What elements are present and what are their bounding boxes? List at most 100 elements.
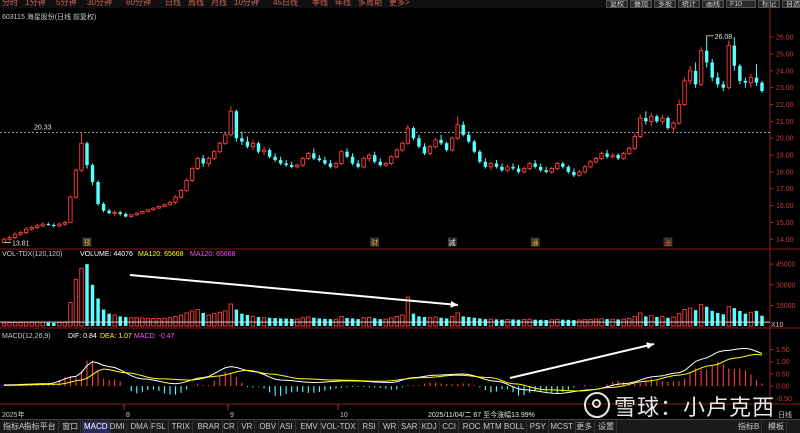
candle-body <box>754 77 759 83</box>
indicator-tab[interactable]: BOLL <box>502 421 528 433</box>
period-tab[interactable]: 45日线 <box>273 0 298 8</box>
period-tab[interactable]: 30分钟 <box>87 0 112 8</box>
event-marker[interactable]: 涨 <box>664 238 671 247</box>
indicator-tab[interactable]: 窗口 <box>60 421 82 433</box>
indicator-tab[interactable]: RSI <box>360 421 379 433</box>
indicator-tab[interactable]: VOL-TDX <box>319 421 359 433</box>
volume-bar <box>73 278 79 327</box>
indicator-tab[interactable]: BRAR <box>195 421 223 433</box>
indicator-tab[interactable]: FSL <box>149 421 169 433</box>
volume-bar <box>29 321 34 327</box>
indicator-tab[interactable]: PSY <box>528 421 549 433</box>
candle-body <box>350 156 355 164</box>
toolbar-button[interactable]: 自选 <box>782 0 800 8</box>
volume-bar <box>693 310 698 326</box>
indicator-tab[interactable]: 设置 <box>596 421 617 433</box>
indicator-tab[interactable]: KDJ <box>420 421 440 433</box>
x-year-label: 2025年 <box>2 410 25 419</box>
indicator-tab[interactable]: DMA <box>128 421 152 433</box>
indicator-tab[interactable]: SAR <box>399 421 421 433</box>
candle-body <box>79 142 84 171</box>
volume-bar <box>593 318 599 327</box>
toolbar-button[interactable]: 叠加 <box>630 0 652 8</box>
toolbar-button[interactable]: 统计 <box>678 0 700 8</box>
toolbar-button[interactable]: 多股 <box>654 0 676 8</box>
candle-body <box>732 45 737 66</box>
indicator-tab[interactable]: MCST <box>548 421 577 433</box>
period-tab[interactable]: 60分钟 <box>126 0 151 8</box>
period-tab[interactable]: 更多> <box>389 0 410 8</box>
price-tick-label: 26.00 <box>776 35 794 42</box>
candle-body <box>212 151 217 159</box>
toolbar-button[interactable]: F10 <box>726 0 756 8</box>
candle-body <box>638 117 643 137</box>
period-tab[interactable]: 年线 <box>335 0 351 8</box>
candle-body <box>472 141 477 152</box>
candle-body <box>660 117 665 122</box>
period-tab[interactable]: 1分钟 <box>25 0 45 8</box>
period-tab[interactable]: 日线 <box>165 0 181 8</box>
snowball-logo-icon <box>584 392 610 418</box>
macd-legend-title: MACD(12,26,9) <box>2 333 51 340</box>
candle-body <box>323 160 327 164</box>
volume-bar <box>223 310 228 327</box>
indicator-right-tab[interactable]: 指标B <box>736 421 763 433</box>
candle-body <box>328 163 333 167</box>
period-tab[interactable]: 多周期 <box>358 0 382 8</box>
period-tab[interactable]: 月线 <box>211 0 227 8</box>
candle-body <box>40 223 45 227</box>
event-marker[interactable]: 财 <box>371 238 378 247</box>
volume-bar <box>46 322 50 326</box>
toolbar-button[interactable]: 标记 <box>758 0 780 8</box>
candle-body <box>112 211 117 214</box>
indicator-tab[interactable]: 更多 <box>574 421 596 433</box>
volume-bar <box>455 312 460 327</box>
candle-body <box>201 158 205 164</box>
volume-bar <box>18 322 23 327</box>
right-scale-label: 日线 <box>778 410 792 419</box>
period-tab[interactable]: 10分钟 <box>234 0 259 8</box>
candle-body <box>223 134 228 144</box>
period-tab[interactable]: 周线 <box>188 0 204 8</box>
candle-body <box>23 228 29 233</box>
indicator-tab[interactable]: ROC <box>461 421 484 433</box>
indicator-tab[interactable]: WR <box>381 421 400 433</box>
volume-bar <box>621 318 626 327</box>
toolbar-button[interactable]: 画线 <box>702 0 724 8</box>
indicator-tab[interactable]: MACD <box>82 421 111 433</box>
indicator-tab[interactable]: CR <box>221 421 238 433</box>
indicator-tab[interactable]: CCI <box>440 421 459 433</box>
candle-body <box>533 163 537 167</box>
price-tick-label: 14.00 <box>776 237 794 244</box>
candle-body <box>417 138 421 147</box>
event-marker[interactable]: 通 <box>532 238 539 247</box>
indicator-right-tab[interactable]: 模板 <box>766 421 787 433</box>
candle-body <box>505 166 510 171</box>
period-tab[interactable]: 分时 <box>2 0 18 8</box>
indicator-tab[interactable]: DMI <box>108 421 128 433</box>
event-marker[interactable]: 预 <box>83 238 90 247</box>
candle-body <box>372 155 377 162</box>
toolbar-button[interactable]: 复权 <box>606 0 628 8</box>
indicator-tab[interactable]: 指标平台 <box>22 421 59 433</box>
event-marker[interactable]: 减 <box>449 238 456 247</box>
indicator-tab[interactable]: EMV <box>298 421 321 433</box>
candle-body <box>156 205 162 209</box>
volume-bar <box>754 310 759 326</box>
indicator-tab[interactable]: TRIX <box>170 421 193 433</box>
indicator-tab[interactable]: ASI <box>278 421 296 433</box>
macd-legend-dif: DIF: 0.84 <box>68 333 97 340</box>
trend-arrow <box>129 274 459 306</box>
candle-body <box>527 163 532 169</box>
volume-bar <box>638 312 643 327</box>
indicator-tab[interactable]: VR <box>239 421 256 433</box>
volume-bar <box>533 319 537 326</box>
price-tick-label: 21.00 <box>776 119 794 126</box>
period-tab[interactable]: 5分钟 <box>56 0 76 8</box>
candle-body <box>206 157 211 164</box>
indicator-tab[interactable]: OBV <box>257 421 280 433</box>
volume-bar <box>433 316 438 327</box>
period-tab[interactable]: 季线 <box>312 0 328 8</box>
candle-body <box>511 166 515 169</box>
volume-bar <box>212 313 217 327</box>
